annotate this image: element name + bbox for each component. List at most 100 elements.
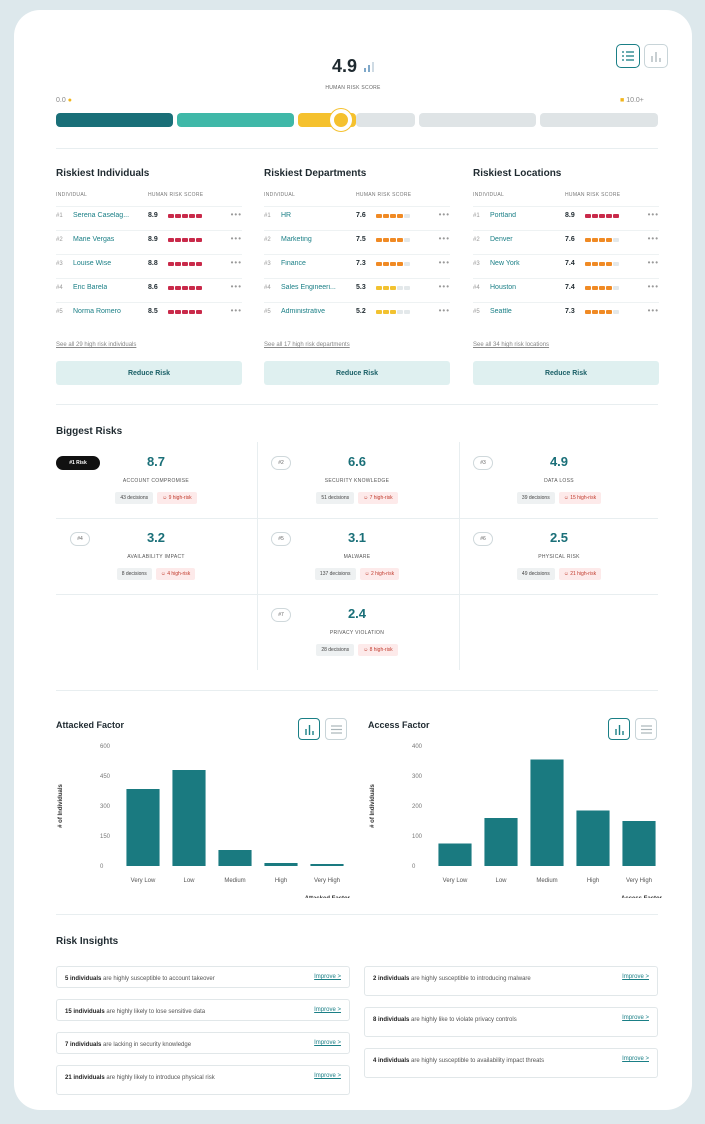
improve-link[interactable]: Improve > xyxy=(314,1073,341,1079)
insight-text: 5 individuals are highly susceptible to … xyxy=(65,974,275,984)
more-options-icon[interactable]: ••• xyxy=(231,306,242,315)
more-options-icon[interactable]: ••• xyxy=(648,258,659,267)
table-row[interactable]: #1 Portland 8.9 ••• xyxy=(473,206,659,226)
row-name-link[interactable]: Serena Caselag... xyxy=(73,212,129,219)
table-row[interactable]: #2 Marketing 7.5 ••• xyxy=(264,230,450,250)
row-name-link[interactable]: Marketing xyxy=(281,236,312,243)
table-row[interactable]: #4 Sales Engineeri... 5.3 ••• xyxy=(264,278,450,298)
attacked-factor-title: Attacked Factor xyxy=(56,720,125,730)
more-options-icon[interactable]: ••• xyxy=(648,306,659,315)
more-options-icon[interactable]: ••• xyxy=(231,234,242,243)
table-row[interactable]: #2 Denver 7.6 ••• xyxy=(473,230,659,250)
row-name-link[interactable]: Louise Wise xyxy=(73,260,111,267)
chart-bar xyxy=(264,863,298,866)
score-segment-5 xyxy=(540,113,658,127)
attacked-chart-toggle[interactable] xyxy=(298,718,320,740)
access-list-toggle[interactable] xyxy=(635,718,657,740)
risk-card[interactable]: #3 4.9 DATA LOSS 39 decisions ☺ 15 high-risk xyxy=(459,442,659,518)
risk-level-segment xyxy=(592,310,598,314)
improve-link[interactable]: Improve > xyxy=(622,974,649,980)
y-tick-label: 300 xyxy=(100,804,111,810)
risk-level-segment xyxy=(592,214,598,218)
row-name-link[interactable]: Norma Romero xyxy=(73,308,121,315)
row-name-link[interactable]: Finance xyxy=(281,260,306,267)
improve-link[interactable]: Improve > xyxy=(622,1056,649,1062)
attacked-list-toggle[interactable] xyxy=(325,718,347,740)
row-name-link[interactable]: Seattle xyxy=(490,308,512,315)
table-row[interactable]: #4 Eric Barela 8.6 ••• xyxy=(56,278,242,298)
more-options-icon[interactable]: ••• xyxy=(231,258,242,267)
insight-row: 21 individuals are highly likely to intr… xyxy=(56,1065,350,1095)
row-name-link[interactable]: Marie Vergas xyxy=(73,236,114,243)
risk-level-segment xyxy=(390,286,396,290)
row-name-link[interactable]: Denver xyxy=(490,236,513,243)
improve-link[interactable]: Improve > xyxy=(314,974,341,980)
risk-level-segment xyxy=(376,238,382,242)
rank: #3 xyxy=(264,261,271,267)
more-options-icon[interactable]: ••• xyxy=(648,234,659,243)
insight-count: 21 individuals xyxy=(65,1075,105,1081)
attacked-factor-chart: # of Individuals 600 450 300 150 0 Very Low Low… xyxy=(58,744,351,898)
risk-card[interactable]: #2 6.6 SECURITY KNOWLEDGE 51 decisions ☺ 7 h… xyxy=(257,442,457,518)
risk-level-bars xyxy=(376,214,410,218)
access-chart-toggle[interactable] xyxy=(608,718,630,740)
see-all-link[interactable]: See all 34 high risk locations xyxy=(473,342,549,348)
reduce-risk-button[interactable]: Reduce Risk xyxy=(56,361,242,385)
x-tick-label: High xyxy=(587,878,599,884)
table-row[interactable]: #5 Norma Romero 8.5 ••• xyxy=(56,302,242,322)
more-options-icon[interactable]: ••• xyxy=(648,210,659,219)
see-all-link[interactable]: See all 17 high risk departments xyxy=(264,342,350,348)
see-all-link[interactable]: See all 29 high risk individuals xyxy=(56,342,136,348)
more-options-icon[interactable]: ••• xyxy=(439,234,450,243)
row-name-link[interactable]: New York xyxy=(490,260,520,267)
risk-level-segment xyxy=(613,310,619,314)
row-name-link[interactable]: Administrative xyxy=(281,308,325,315)
improve-link[interactable]: Improve > xyxy=(622,1015,649,1021)
high-risk-chip: ☺ 2 high-risk xyxy=(359,568,400,580)
risk-level-segment xyxy=(390,310,396,314)
row-score: 7.3 xyxy=(356,260,366,267)
risk-level-bars xyxy=(585,214,619,218)
risk-level-segment xyxy=(383,310,389,314)
insight-text: 2 individuals are highly susceptible to … xyxy=(373,974,583,984)
risk-card[interactable]: #1 Risk 8.7 ACCOUNT COMPROMISE 43 decisions… xyxy=(56,442,256,518)
table-row[interactable]: #3 New York 7.4 ••• xyxy=(473,254,659,274)
risk-level-bars xyxy=(168,238,202,242)
risk-level-segment xyxy=(599,238,605,242)
reduce-risk-button[interactable]: Reduce Risk xyxy=(264,361,450,385)
x-tick-label: Very Low xyxy=(131,878,156,884)
row-name-link[interactable]: Portland xyxy=(490,212,516,219)
table-row[interactable]: #2 Marie Vergas 8.9 ••• xyxy=(56,230,242,250)
risk-card[interactable]: #6 2.5 PHYSICAL RISK 49 decisions ☺ 21 high-… xyxy=(459,518,659,594)
row-name-link[interactable]: Houston xyxy=(490,284,516,291)
improve-link[interactable]: Improve > xyxy=(314,1040,341,1046)
more-options-icon[interactable]: ••• xyxy=(439,258,450,267)
insight-count: 5 individuals xyxy=(65,976,102,982)
more-options-icon[interactable]: ••• xyxy=(648,282,659,291)
row-name-link[interactable]: Sales Engineeri... xyxy=(281,284,336,291)
risk-level-segment xyxy=(196,310,202,314)
table-row[interactable]: #1 HR 7.6 ••• xyxy=(264,206,450,226)
table-row[interactable]: #5 Administrative 5.2 ••• xyxy=(264,302,450,322)
more-options-icon[interactable]: ••• xyxy=(439,306,450,315)
more-options-icon[interactable]: ••• xyxy=(231,282,242,291)
risk-card[interactable]: #4 3.2 AVAILABILITY IMPACT 8 decisions ☺ 4 h… xyxy=(56,518,256,594)
table-row[interactable]: #3 Finance 7.3 ••• xyxy=(264,254,450,274)
risk-card[interactable]: #7 2.4 PRIVACY VIOLATION 28 decisions ☺ 8 hi… xyxy=(257,594,457,670)
rank: #5 xyxy=(473,309,480,315)
improve-link[interactable]: Improve > xyxy=(314,1007,341,1013)
table-row[interactable]: #4 Houston 7.4 ••• xyxy=(473,278,659,298)
table-row[interactable]: #3 Louise Wise 8.8 ••• xyxy=(56,254,242,274)
more-options-icon[interactable]: ••• xyxy=(439,210,450,219)
table-row[interactable]: #5 Seattle 7.3 ••• xyxy=(473,302,659,322)
table-row[interactable]: #1 Serena Caselag... 8.9 ••• xyxy=(56,206,242,226)
reduce-risk-button[interactable]: Reduce Risk xyxy=(473,361,659,385)
more-options-icon[interactable]: ••• xyxy=(439,282,450,291)
more-options-icon[interactable]: ••• xyxy=(231,210,242,219)
row-name-link[interactable]: HR xyxy=(281,212,291,219)
risk-level-segment xyxy=(599,310,605,314)
risk-card[interactable]: #5 3.1 MALWARE 137 decisions ☺ 2 high-risk xyxy=(257,518,457,594)
departments-title: Riskiest Departments xyxy=(264,168,367,179)
locations-title: Riskiest Locations xyxy=(473,168,562,179)
row-name-link[interactable]: Eric Barela xyxy=(73,284,107,291)
